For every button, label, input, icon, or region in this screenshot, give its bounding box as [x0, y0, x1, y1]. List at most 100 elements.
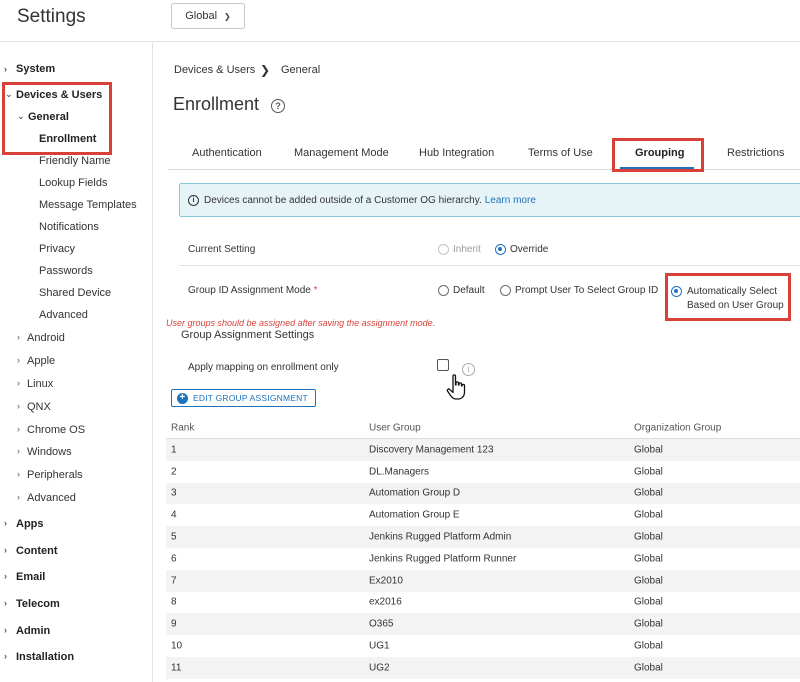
sidebar-item-devices-advanced[interactable]: › Advanced [17, 492, 76, 504]
sidebar-item-label: QNX [27, 401, 51, 413]
cell-rank: 8 [171, 596, 177, 608]
page-title: Enrollment [173, 94, 260, 114]
radio-prompt-user[interactable]: Prompt User To Select Group ID [500, 285, 658, 296]
chevron-right-icon: › [4, 598, 7, 608]
chevron-right-icon: › [17, 401, 20, 411]
cell-rank: 6 [171, 553, 177, 565]
table-header: Rank User Group Organization Group [166, 417, 800, 439]
info-text: Devices cannot be added outside of a Cus… [204, 194, 482, 206]
tab-bar: Authentication Management Mode Hub Integ… [168, 140, 800, 170]
sidebar-item-apps[interactable]: › Apps [4, 518, 44, 530]
scope-selector[interactable]: Global ❯ [171, 3, 245, 29]
tab-restrictions[interactable]: Restrictions [727, 147, 784, 159]
sidebar-item-label: General [28, 111, 69, 123]
sidebar-item-apple[interactable]: › Apple [17, 355, 56, 367]
sidebar-item-email[interactable]: › Email [4, 571, 45, 583]
tab-terms-of-use[interactable]: Terms of Use [528, 147, 593, 159]
table-row[interactable]: 11 UG2 Global [166, 656, 800, 679]
sidebar-item-installation[interactable]: › Installation [4, 651, 75, 663]
hand-cursor-icon [446, 374, 466, 400]
sidebar-item-passwords[interactable]: Passwords [39, 265, 93, 277]
header-organization-group[interactable]: Organization Group [634, 422, 721, 433]
required-marker: * [313, 285, 318, 296]
apply-mapping-checkbox[interactable] [437, 359, 449, 371]
active-tab-indicator [620, 167, 694, 170]
sidebar-item-telecom[interactable]: › Telecom [4, 598, 60, 610]
sidebar-item-lookup-fields[interactable]: Lookup Fields [39, 177, 108, 189]
cell-rank: 3 [171, 487, 177, 499]
sidebar-item-peripherals[interactable]: › Peripherals [17, 469, 83, 481]
radio-inherit[interactable]: Inherit [438, 244, 481, 255]
cell-rank: 11 [171, 662, 182, 674]
learn-more-link[interactable]: Learn more [485, 195, 536, 206]
group-mode-label: Group ID Assignment Mode * [188, 285, 318, 296]
radio-default[interactable]: Default [438, 285, 485, 296]
radio-label-line1: Automatically Select [687, 286, 778, 297]
cell-rank: 5 [171, 531, 177, 543]
sidebar-item-notifications[interactable]: Notifications [39, 221, 99, 233]
sidebar-item-label: Devices & Users [16, 89, 103, 101]
sidebar-item-devices-users[interactable]: ⌄ Devices & Users [5, 89, 103, 101]
radio-label-line2: Based on User Group [687, 300, 784, 311]
sidebar-item-android[interactable]: › Android [17, 332, 65, 344]
sidebar-item-admin[interactable]: › Admin [4, 625, 50, 637]
sidebar-item-label: Installation [16, 651, 75, 663]
top-bar: Settings Global ❯ [0, 0, 800, 42]
sidebar-item-general[interactable]: ⌄ General [17, 111, 69, 123]
table-row[interactable]: 6 Jenkins Rugged Platform Runner Global [166, 548, 800, 570]
sidebar-item-content[interactable]: › Content [4, 545, 58, 557]
cell-organization-group: Global [634, 466, 663, 478]
button-label: EDIT GROUP ASSIGNMENT [193, 393, 308, 403]
tab-authentication[interactable]: Authentication [192, 147, 262, 159]
table-row[interactable]: 1 Discovery Management 123 Global [166, 439, 800, 461]
sidebar-item-message-templates[interactable]: Message Templates [39, 199, 137, 211]
cell-user-group: Automation Group E [369, 509, 460, 521]
table-row[interactable]: 8 ex2016 Global [166, 592, 800, 614]
table-row[interactable]: 5 Jenkins Rugged Platform Admin Global [166, 526, 800, 548]
radio-circle [438, 244, 449, 255]
table-row[interactable]: 3 Automation Group D Global [166, 482, 800, 505]
sidebar-item-windows[interactable]: › Windows [17, 446, 72, 458]
cell-user-group: Jenkins Rugged Platform Admin [369, 531, 512, 543]
breadcrumb-general[interactable]: General [281, 64, 320, 76]
tab-management-mode[interactable]: Management Mode [294, 147, 389, 159]
radio-override[interactable]: Override [495, 244, 548, 255]
sidebar-item-system[interactable]: › System [4, 63, 55, 75]
help-icon[interactable]: ? [271, 99, 285, 113]
radio-circle [500, 285, 511, 296]
sidebar-item-label: Apple [27, 355, 56, 367]
header-rank[interactable]: Rank [171, 422, 194, 433]
sidebar-item-privacy[interactable]: Privacy [39, 243, 75, 255]
tab-hub-integration[interactable]: Hub Integration [419, 147, 494, 159]
cell-rank: 7 [171, 575, 177, 587]
header-user-group[interactable]: User Group [369, 422, 421, 433]
table-row[interactable]: 10 UG1 Global [166, 635, 800, 657]
table-row[interactable]: 7 Ex2010 Global [166, 569, 800, 592]
sidebar-item-shared-device[interactable]: Shared Device [39, 287, 111, 299]
cell-organization-group: Global [634, 618, 663, 630]
chevron-right-icon: › [17, 378, 20, 388]
radio-label: Prompt User To Select Group ID [515, 285, 659, 296]
cell-rank: 4 [171, 509, 177, 521]
cell-organization-group: Global [634, 640, 663, 652]
cell-user-group: Discovery Management 123 [369, 444, 494, 456]
sidebar-item-chrome-os[interactable]: › Chrome OS [17, 424, 85, 436]
chevron-right-icon: › [4, 545, 7, 555]
edit-group-assignment-button[interactable]: + EDIT GROUP ASSIGNMENT [171, 389, 316, 407]
cell-user-group: UG1 [369, 640, 390, 652]
table-row[interactable]: 4 Automation Group E Global [166, 504, 800, 526]
table-row[interactable]: 2 DL.Managers Global [166, 461, 800, 483]
sidebar-item-enrollment[interactable]: Enrollment [39, 133, 96, 145]
breadcrumb-devices-users[interactable]: Devices & Users [174, 64, 255, 76]
radio-circle [495, 244, 506, 255]
sidebar-item-qnx[interactable]: › QNX [17, 401, 51, 413]
info-banner: i Devices cannot be added outside of a C… [179, 183, 800, 217]
breadcrumb-separator-icon: ❯ [260, 63, 271, 77]
chevron-right-icon: › [17, 424, 20, 434]
tab-grouping[interactable]: Grouping [635, 147, 685, 159]
sidebar-item-general-advanced[interactable]: Advanced [39, 309, 88, 321]
sidebar-item-friendly-name[interactable]: Friendly Name [39, 155, 111, 167]
table-row[interactable]: 9 O365 Global [166, 613, 800, 636]
sidebar-item-label: Telecom [16, 598, 60, 610]
sidebar-item-linux[interactable]: › Linux [17, 378, 53, 390]
